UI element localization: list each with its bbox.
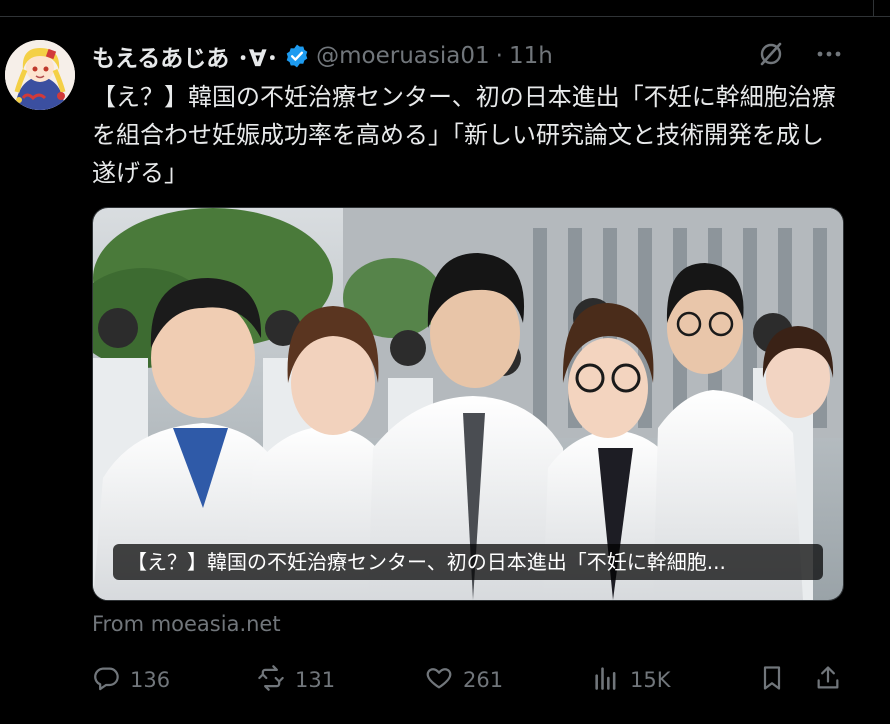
- grok-icon[interactable]: [757, 40, 785, 68]
- reply-count: 136: [130, 668, 171, 692]
- media-caption: 【え？】韓国の不妊治療センター、初の日本進出「不妊に幹細胞...: [113, 544, 823, 580]
- reply-icon: [92, 664, 120, 697]
- top-divider: [0, 0, 890, 17]
- display-name[interactable]: もえるあじあ ･∀･: [92, 39, 278, 73]
- verified-badge-icon[interactable]: [284, 43, 310, 69]
- tweet-time[interactable]: 11h: [509, 43, 553, 69]
- bookmark-button[interactable]: [758, 660, 786, 700]
- like-icon: [425, 664, 453, 697]
- bookmark-icon: [758, 664, 786, 697]
- action-bar: 136 131 261 15K: [92, 660, 844, 700]
- reply-button[interactable]: 136: [92, 660, 170, 700]
- media-image[interactable]: 【え？】韓国の不妊治療センター、初の日本進出「不妊に幹細胞...: [92, 207, 844, 601]
- retweet-icon: [257, 664, 285, 697]
- author-handle[interactable]: @moeruasia01: [316, 43, 490, 69]
- tweet-header: もえるあじあ ･∀･ @moeruasia01 · 11h: [92, 38, 553, 74]
- retweet-button[interactable]: 131: [257, 660, 335, 700]
- views-icon: [592, 664, 620, 697]
- more-icon[interactable]: [815, 40, 843, 68]
- views-count: 15K: [630, 668, 671, 692]
- avatar[interactable]: [5, 40, 75, 110]
- meta-separator: ·: [495, 43, 503, 69]
- share-icon: [814, 664, 842, 697]
- like-count: 261: [463, 668, 504, 692]
- share-button[interactable]: [814, 660, 842, 700]
- tweet-text: 【え？】韓国の不妊治療センター、初の日本進出「不妊に幹細胞治療を組合わせ妊娠成功…: [92, 83, 836, 187]
- link-source[interactable]: From moeasia.net: [92, 612, 281, 636]
- retweet-count: 131: [295, 668, 336, 692]
- views-button[interactable]: 15K: [592, 660, 671, 700]
- header-actions: [757, 40, 843, 68]
- like-button[interactable]: 261: [425, 660, 503, 700]
